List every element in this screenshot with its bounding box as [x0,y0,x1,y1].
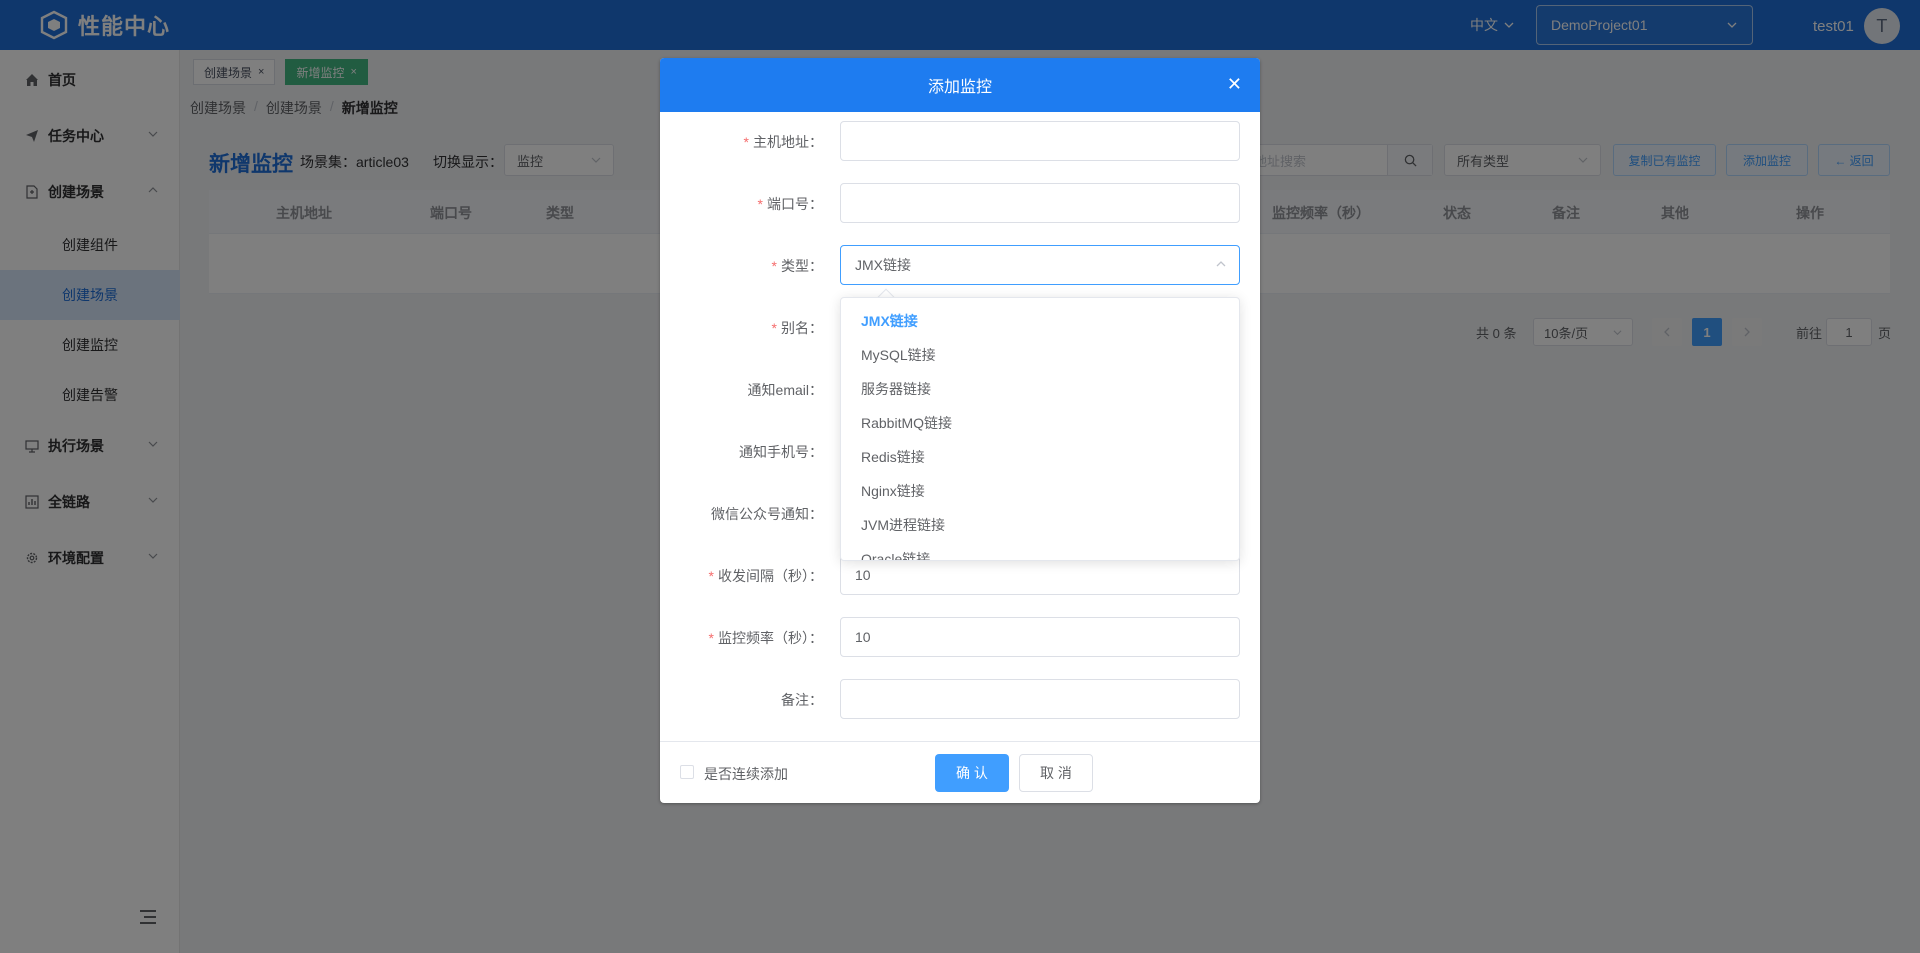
required-mark: * [708,568,714,584]
cancel-button[interactable]: 取 消 [1019,754,1093,792]
type-dropdown: JMX链接 MySQL链接 服务器链接 RabbitMQ链接 Redis链接 N… [840,297,1240,561]
field-label-text: 端口号： [767,196,823,212]
dialog-footer: 是否连续添加 确 认 取 消 [660,741,1260,803]
field-label: * 端口号： [758,194,823,214]
dropdown-option[interactable]: MySQL链接 [841,338,1239,372]
required-mark: * [771,258,777,274]
field-label: * 别名： [772,318,823,338]
dropdown-option[interactable]: JMX链接 [841,304,1239,338]
dropdown-option[interactable]: Oracle链接 [841,542,1239,560]
type-select[interactable]: JMX链接 [840,245,1240,285]
host-input[interactable] [840,121,1240,161]
field-label: 通知手机号： [739,444,823,460]
interval-input[interactable]: 10 [840,555,1240,595]
field-label-text: 类型： [781,258,823,274]
field-label-text: 主机地址： [753,134,823,150]
field-label-text: 收发间隔（秒）： [718,568,823,584]
field-label: * 主机地址： [744,132,823,152]
required-mark: * [771,320,777,336]
field-label: 微信公众号通知： [711,506,823,522]
dropdown-option[interactable]: JVM进程链接 [841,508,1239,542]
form-row-remark: 备注： [660,679,1260,719]
field-label-text: 别名： [781,320,823,336]
continuous-add-label[interactable]: 是否连续添加 [704,764,788,784]
close-icon[interactable]: ✕ [1227,74,1242,95]
dialog-title: 添加监控 [927,79,992,96]
continuous-add-checkbox[interactable] [680,765,694,779]
form-row-frequency: * 监控频率（秒）： 10 [660,617,1260,657]
chevron-up-icon [1216,261,1226,267]
required-mark: * [743,134,749,150]
field-label: 备注： [781,692,823,708]
confirm-button[interactable]: 确 认 [935,754,1009,792]
field-label-text: 监控频率（秒）： [718,630,823,646]
required-mark: * [757,196,763,212]
dialog-header: 添加监控 ✕ [660,58,1260,112]
dropdown-option[interactable]: Nginx链接 [841,474,1239,508]
field-label: * 类型： [772,256,823,276]
field-label: * 收发间隔（秒）： [709,566,823,586]
dropdown-option[interactable]: 服务器链接 [841,372,1239,406]
remark-input[interactable] [840,679,1240,719]
port-input[interactable] [840,183,1240,223]
form-row-interval: * 收发间隔（秒）： 10 [660,555,1260,595]
required-mark: * [708,630,714,646]
frequency-input[interactable]: 10 [840,617,1240,657]
type-select-value: JMX链接 [855,257,911,273]
field-label: 通知email： [747,382,823,398]
field-label: * 监控频率（秒）： [709,628,823,648]
form-row-type: * 类型： JMX链接 [660,245,1260,285]
form-row-port: * 端口号： [660,183,1260,223]
dropdown-option[interactable]: RabbitMQ链接 [841,406,1239,440]
form-row-host: * 主机地址： [660,121,1260,161]
dropdown-option[interactable]: Redis链接 [841,440,1239,474]
